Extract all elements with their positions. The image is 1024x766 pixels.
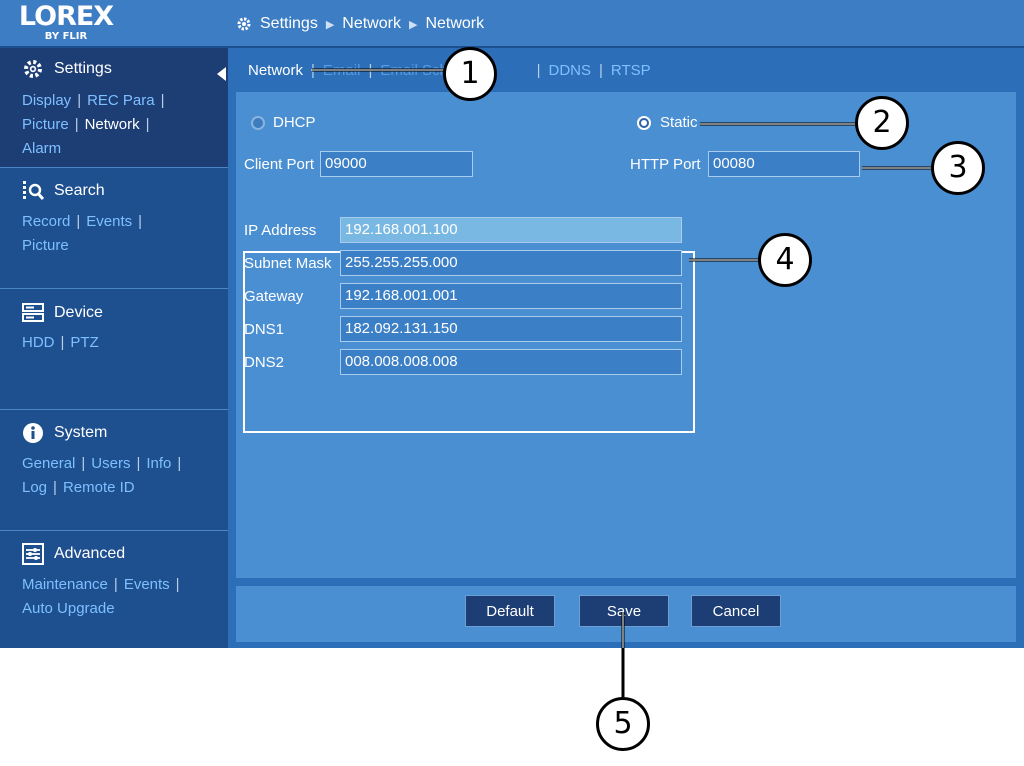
sidebar-title-search: Search [54,182,105,199]
tab-ddns[interactable]: DDNS [548,62,591,79]
ip-address-label: IP Address [244,222,317,239]
tab-email-schedule[interactable]: Email Schedule [380,62,484,79]
button-bar: Default Save Cancel [236,586,1016,642]
breadcrumb-network[interactable]: Network [342,15,401,33]
ip-address-field[interactable]: 192.168.001.100 [340,217,682,243]
advanced-links: Maintenance | Events | Auto Upgrade [22,576,180,617]
device-icon [22,302,44,324]
collapse-caret-icon[interactable] [217,67,226,81]
sidebar-item-search-picture[interactable]: Picture [22,237,69,254]
tab-bar: Network | Email | Email Schedule | DDNS … [248,61,651,79]
http-port-field[interactable]: 00080 [708,151,860,177]
sidebar-section-search: Search Record | Events | Picture [0,168,228,289]
sidebar-section-system: System General | Users | Info | Log | Remote ID [0,410,228,531]
sidebar-item-maintenance[interactable]: Maintenance [22,576,108,593]
sidebar-header-advanced[interactable]: Advanced [22,543,125,565]
dns1-field[interactable]: 182.092.131.150 [340,316,682,342]
sidebar-item-auto-upgrade[interactable]: Auto Upgrade [22,600,115,617]
sidebar-header-device[interactable]: Device [22,302,103,324]
sidebar-item-ptz[interactable]: PTZ [70,334,98,351]
sidebar-item-users[interactable]: Users [91,455,130,472]
sidebar-title-system: System [54,424,108,441]
sidebar-title-device: Device [54,304,103,321]
main-panel: Network | Email | Email Schedule | DDNS … [228,48,1024,648]
sidebar-item-info[interactable]: Info [146,455,171,472]
sidebar-item-general[interactable]: General [22,455,75,472]
sidebar-section-advanced: Advanced Maintenance | Events | Auto Upgrad… [0,531,228,648]
sidebar-item-rec-para[interactable]: REC Para [87,92,155,109]
tab-rtsp[interactable]: RTSP [611,62,651,79]
sidebar: Settings Display | REC Para | Picture | Netwo… [0,48,228,648]
sidebar-title-settings: Settings [54,60,112,77]
sidebar-item-hdd[interactable]: HDD [22,334,55,351]
sidebar-item-network[interactable]: Network [85,116,140,133]
subnet-mask-field[interactable]: 255.255.255.000 [340,250,682,276]
subnet-mask-label: Subnet Mask [244,255,332,272]
static-radio[interactable] [637,116,651,130]
breadcrumb-separator-icon: ▶ [408,18,418,31]
logo-sub: BY FLIR [44,31,88,42]
sidebar-header-system[interactable]: System [22,422,107,444]
info-icon [22,422,44,444]
sidebar-section-settings: Settings Display | REC Para | Picture | Netwo… [0,48,228,168]
breadcrumb: Settings ▶ Network ▶ Network [236,14,484,34]
breadcrumb-network-current: Network [425,15,485,32]
sidebar-item-events[interactable]: Events [86,213,132,230]
sliders-icon [22,543,44,565]
sidebar-item-picture[interactable]: Picture [22,116,69,133]
cancel-button[interactable]: Cancel [691,595,781,627]
system-links: General | Users | Info | Log | Remote ID [22,455,182,496]
client-port-label: Client Port [244,156,315,173]
tab-network[interactable]: Network [248,62,303,79]
lorex-logo: LOREX BY FLIR [14,3,118,43]
save-button[interactable]: Save [579,595,669,627]
callout-5: 5 [596,697,650,751]
sidebar-header-settings[interactable]: Settings [22,58,112,80]
search-list-icon [22,180,44,202]
gateway-field[interactable]: 192.168.001.001 [340,283,682,309]
gear-icon [22,58,44,80]
search-links: Record | Events | Picture [22,213,143,254]
sidebar-header-search[interactable]: Search [22,180,105,202]
device-links: HDD | PTZ [22,334,99,351]
logo-brand: LOREX [18,1,114,32]
dns1-label: DNS1 [244,321,285,338]
dhcp-label: DHCP [273,114,316,131]
tab-email[interactable]: Email [323,62,361,79]
sidebar-item-alarm[interactable]: Alarm [22,140,61,157]
sidebar-item-display[interactable]: Display [22,92,71,109]
sidebar-item-record[interactable]: Record [22,213,70,230]
dhcp-radio[interactable] [251,116,265,130]
http-port-label: HTTP Port [630,156,701,173]
client-port-field[interactable]: 09000 [320,151,473,177]
default-button[interactable]: Default [465,595,555,627]
dns2-field[interactable]: 008.008.008.008 [340,349,682,375]
dns2-label: DNS2 [244,354,285,371]
settings-links: Display | REC Para | Picture | Network | Alarm [22,92,165,157]
network-form-panel: DHCP Static Client Port 09000 HTTP Port … [236,92,1016,578]
sidebar-title-advanced: Advanced [54,545,126,562]
sidebar-item-remote-id[interactable]: Remote ID [63,479,135,496]
sidebar-item-log[interactable]: Log [22,479,47,496]
breadcrumb-separator-icon: ▶ [325,18,335,31]
sidebar-section-device: Device HDD | PTZ [0,289,228,410]
sidebar-item-advanced-events[interactable]: Events [124,576,170,593]
dvr-settings-window: LOREX BY FLIR Settings ▶ Network ▶ Netwo… [0,0,1024,648]
top-bar: LOREX BY FLIR Settings ▶ Network ▶ Netwo… [0,0,1024,48]
static-label: Static [660,114,698,131]
gear-icon [236,16,252,32]
ip-settings-group [243,251,695,433]
gateway-label: Gateway [244,288,304,305]
breadcrumb-settings[interactable]: Settings [260,15,318,33]
